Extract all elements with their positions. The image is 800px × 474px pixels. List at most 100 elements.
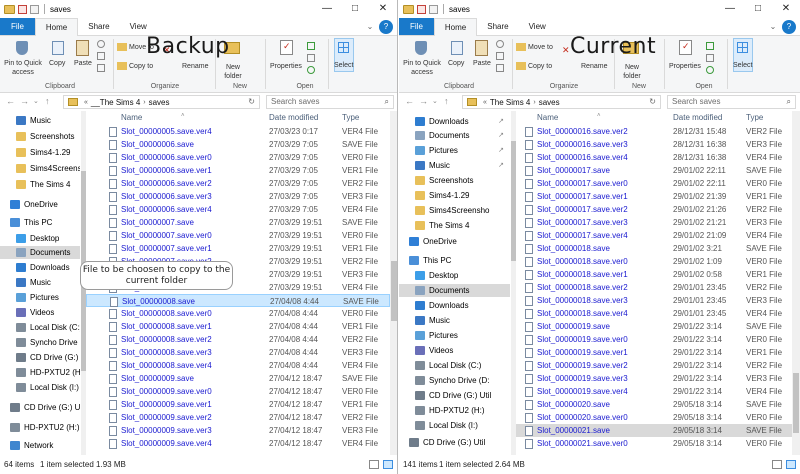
file-row[interactable]: Slot_00000017.save.ver1 29/01/02 21:39 VER… [516,190,792,203]
tab-home[interactable]: Home [34,18,79,37]
file-row[interactable]: Slot_00000019.save.ver2 29/01/22 3:14 VER2… [516,359,792,372]
column-date-modified[interactable]: Date modified [269,111,318,125]
expand-ribbon-icon[interactable]: ⌄ [764,18,782,35]
file-row[interactable]: Slot_00000020.save 29/05/18 3:14 SAVE File [516,398,792,411]
nav-item[interactable]: HD-PXTU2 (H:) [0,421,80,434]
nav-item[interactable]: Videos [399,344,510,357]
column-date-modified[interactable]: Date modified [673,111,722,125]
nav-item[interactable]: Music [0,114,80,127]
pin-icon[interactable] [16,41,28,55]
file-row[interactable]: Slot_00000019.save.ver4 29/01/22 3:14 VER4… [516,385,792,398]
select-button[interactable]: Select [733,61,752,70]
copy-path-icon[interactable] [496,52,504,60]
tab-home[interactable]: Home [433,18,478,37]
file-row[interactable]: Slot_00000009.save.ver3 27/04/12 18:47 VER… [86,424,390,437]
nav-item[interactable]: Local Disk (I:) [0,381,80,394]
tab-file[interactable]: File [399,18,434,35]
nav-item[interactable]: Pictures ↗ [399,144,510,157]
properties-quick-icon[interactable] [417,4,426,14]
tab-share[interactable]: Share [477,18,518,35]
edit-icon[interactable] [706,54,714,62]
large-icons-view-icon[interactable] [383,460,393,469]
copy-icon[interactable] [52,41,64,55]
nav-item[interactable]: CD Drive (G:) Util [399,389,510,402]
file-row[interactable]: Slot_00000016.save.ver3 28/12/31 16:38 VER… [516,138,792,151]
file-row[interactable]: Slot_00000017.save.ver2 29/01/02 21:26 VER… [516,203,792,216]
file-row[interactable]: Slot_00000006.save.ver0 27/03/29 7:05 VER0… [86,151,390,164]
nav-item[interactable]: This PC [0,216,80,229]
file-row[interactable]: Slot_00000016.save.ver4 28/12/31 16:38 VER… [516,151,792,164]
file-row[interactable]: Slot_00000008.save.ver4 27/04/08 4:44 VER4… [86,359,390,372]
nav-item[interactable]: This PC [399,254,510,267]
nav-item[interactable]: Music [0,276,80,289]
file-row[interactable]: Slot_00000009.save.ver4 27/04/12 18:47 VER… [86,437,390,450]
nav-item[interactable]: Network [0,439,80,452]
file-row[interactable]: Slot_00000019.save.ver1 29/01/22 3:14 VER1… [516,346,792,359]
file-row[interactable]: Slot_00000009.save.ver1 27/04/12 18:47 VER… [86,398,390,411]
paste-button[interactable]: Paste [74,59,92,68]
nav-item[interactable]: Documents [0,246,80,259]
pin-icon[interactable] [415,41,427,55]
paste-icon[interactable] [76,40,89,56]
nav-item[interactable]: Sims4Screensho [399,204,510,217]
nav-item[interactable]: Pictures [399,329,510,342]
file-row[interactable]: Slot_00000008.save.ver3 27/04/08 4:44 VER3… [86,346,390,359]
nav-item[interactable]: Syncho Drive (D: [399,374,510,387]
history-icon[interactable] [706,66,714,74]
up-arrow-icon[interactable]: ↑ [45,96,50,106]
nav-item[interactable]: Screenshots [0,130,80,143]
file-row[interactable]: Slot_00000018.save.ver1 29/01/02 0:58 VER1… [516,268,792,281]
help-icon[interactable]: ? [379,20,393,34]
new-folder-button[interactable]: New folder [618,63,646,81]
nav-item[interactable]: Downloads ↗ [399,115,510,128]
nav-item[interactable]: Sims4-1.29 [0,146,80,159]
nav-item[interactable]: The Sims 4 [399,219,510,232]
nav-item[interactable]: Local Disk (I:) [399,419,510,432]
properties-button[interactable]: Properties [669,62,701,71]
file-row[interactable]: Slot_00000017.save.ver3 29/01/02 21:21 VER… [516,216,792,229]
breadcrumb-parent[interactable]: The Sims 4 [490,98,530,107]
back-arrow-icon[interactable]: ← [405,96,414,106]
nav-item[interactable]: Documents ↗ [399,129,510,142]
file-row[interactable]: Slot_00000019.save.ver3 29/01/22 3:14 VER3… [516,372,792,385]
forward-arrow-icon[interactable]: → [419,96,428,106]
open-icon[interactable] [706,42,714,50]
nav-item[interactable]: Pictures [0,291,80,304]
cut-icon[interactable] [496,40,504,48]
breadcrumb-overflow[interactable]: « [483,99,487,106]
nav-item[interactable]: Desktop [0,232,80,245]
file-row[interactable]: Slot_00000018.save 29/01/02 3:21 SAVE File [516,242,792,255]
copy-button[interactable]: Copy [448,59,464,68]
copy-to-button[interactable]: Copy to [528,62,552,71]
column-name[interactable]: Name [537,111,558,125]
minimize-button[interactable]: — [313,0,341,18]
rename-button[interactable]: Rename [182,62,208,71]
nav-item[interactable]: The Sims 4 [0,178,80,191]
nav-item[interactable]: Desktop [399,269,510,282]
search-input[interactable]: Search saves ⌕ [266,95,394,109]
file-row[interactable]: Slot_00000018.save.ver4 29/01/01 23:45 VER… [516,307,792,320]
nav-item[interactable]: Local Disk (C:) [399,359,510,372]
history-icon[interactable] [307,66,315,74]
nav-item[interactable]: Syncho Drive (D: [0,336,80,349]
refresh-icon[interactable]: ↻ [248,97,255,106]
delete-icon[interactable]: ✕ [562,46,570,55]
paste-shortcut-icon[interactable] [496,64,504,72]
file-row[interactable]: Slot_00000017.save.ver0 29/01/02 22:11 VER… [516,177,792,190]
details-view-icon[interactable] [369,460,379,469]
address-bar[interactable]: «__The Sims 4 › saves ↻ [63,95,260,109]
breadcrumb-parent[interactable]: __The Sims 4 [91,98,140,107]
copy-path-icon[interactable] [97,52,105,60]
new-folder-quick-icon[interactable] [30,4,39,14]
tab-view[interactable]: View [120,18,157,35]
file-row[interactable]: Slot_00000018.save.ver2 29/01/01 23:45 VER… [516,281,792,294]
maximize-button[interactable]: □ [744,0,772,18]
file-row[interactable]: Slot_00000021.save.ver0 29/05/18 3:14 VER0… [516,437,792,450]
nav-item[interactable]: Sims4-1.29 [399,189,510,202]
file-row[interactable]: Slot_00000007.save.ver1 27/03/29 19:51 VER… [86,242,390,255]
column-name[interactable]: Name [121,111,142,125]
copy-to-button[interactable]: Copy to [129,62,153,71]
recent-locations-icon[interactable]: ⌄ [432,97,438,105]
nav-item[interactable]: CD Drive (G:) Util [399,436,510,449]
file-row[interactable]: Slot_00000006.save.ver2 27/03/29 7:05 VER2… [86,177,390,190]
